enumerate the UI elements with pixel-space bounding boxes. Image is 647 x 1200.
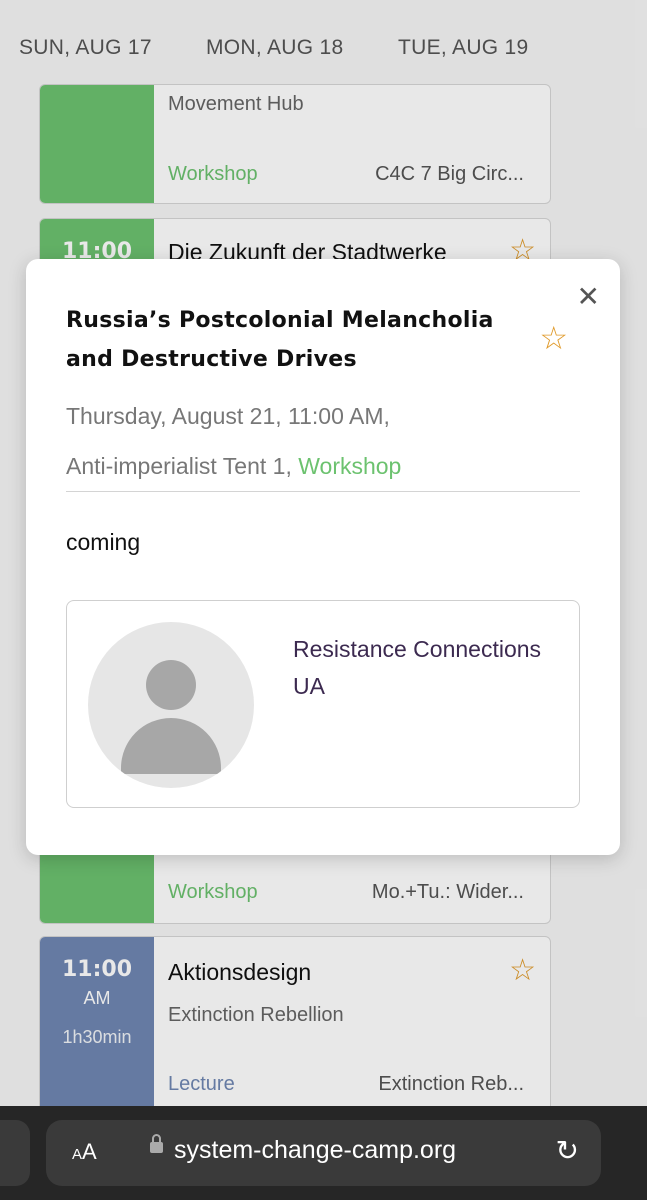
reload-icon[interactable]: ↻: [556, 1134, 579, 1167]
day-tabs: SUN, AUG 17 MON, AUG 18 TUE, AUG 19: [0, 0, 647, 88]
event-room: Extinction Reb...: [378, 1073, 524, 1095]
lock-icon: [150, 1134, 163, 1153]
event-location: Anti-imperialist Tent 1,: [66, 453, 292, 479]
event-card[interactable]: Movement Hub Workshop C4C 7 Big Circ...: [39, 84, 551, 204]
tab-tue-aug-19[interactable]: TUE, AUG 19: [398, 36, 529, 60]
event-organizer: Extinction Rebellion: [168, 1004, 344, 1026]
speaker-card[interactable]: Resistance Connections UA: [66, 600, 580, 808]
event-description: coming: [66, 529, 141, 555]
event-room: C4C 7 Big Circ...: [375, 163, 524, 185]
event-type-link[interactable]: Workshop: [298, 453, 401, 479]
event-type: Lecture: [168, 1073, 235, 1095]
event-duration: 1h30min: [62, 1027, 132, 1047]
event-type: Workshop: [168, 163, 258, 185]
modal-title: Russia’s Postcolonial Melancholia and De…: [66, 308, 494, 372]
star-outline-icon[interactable]: ☆: [539, 319, 568, 357]
event-title: Aktionsdesign: [168, 959, 312, 985]
browser-toolbar: AA system-change-camp.org ↻: [0, 1106, 647, 1200]
close-icon[interactable]: ✕: [577, 283, 600, 311]
address-bar[interactable]: AA system-change-camp.org ↻: [46, 1120, 601, 1186]
divider: [66, 491, 580, 492]
event-location-line: Anti-imperialist Tent 1, Workshop: [66, 441, 586, 491]
event-time-block: 11:00 AM 1h30min: [40, 937, 154, 1127]
event-ampm: AM: [83, 988, 111, 1008]
text-size-button[interactable]: AA: [72, 1139, 97, 1165]
event-datetime: Thursday, August 21, 11:00 AM,: [66, 403, 390, 429]
previous-tab-stub[interactable]: [0, 1120, 30, 1186]
event-time: 11:00: [61, 957, 133, 982]
tab-sun-aug-17[interactable]: SUN, AUG 17: [19, 36, 152, 60]
star-outline-icon[interactable]: ☆: [509, 953, 536, 988]
event-detail-modal: ✕ Russia’s Postcolonial Melancholia and …: [26, 259, 620, 855]
person-icon: [146, 660, 196, 710]
url-text[interactable]: system-change-camp.org: [174, 1136, 456, 1165]
event-card[interactable]: 11:00 AM 1h30min Aktionsdesign ☆ Extinct…: [39, 936, 551, 1128]
avatar: [88, 622, 254, 788]
event-room: Mo.+Tu.: Wider...: [371, 881, 524, 903]
event-type: Workshop: [168, 881, 258, 903]
tab-mon-aug-18[interactable]: MON, AUG 18: [206, 36, 344, 60]
event-time-block: [40, 85, 154, 203]
event-organizer: Movement Hub: [168, 93, 304, 115]
speaker-name[interactable]: Resistance Connections UA: [293, 631, 553, 705]
event-meta: Thursday, August 21, 11:00 AM, Anti-impe…: [66, 391, 586, 491]
